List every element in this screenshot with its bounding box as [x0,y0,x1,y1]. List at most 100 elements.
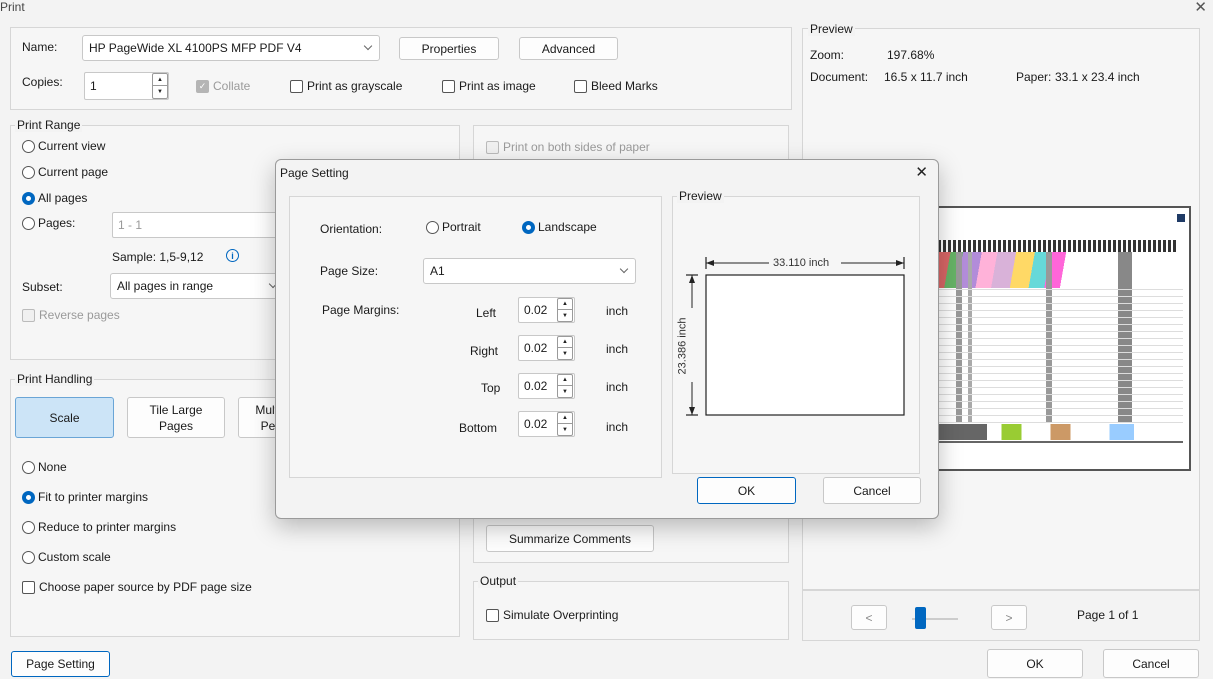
bleed-label: Bleed Marks [591,79,658,93]
prev-page-button[interactable]: < [851,605,887,630]
radio-current-page[interactable]: Current page [22,165,108,179]
radio-all-pages[interactable]: All pages [22,191,87,205]
paper-source-label: Choose paper source by PDF page size [39,580,252,594]
as-image-label: Print as image [459,79,536,93]
radio-icon [426,220,439,234]
check-icon: ✓ [196,79,209,93]
document-label: Document: [810,70,869,84]
page-slider-thumb[interactable] [914,607,926,629]
pages-input[interactable]: 1 - 1 [112,212,282,238]
copies-label: Copies: [22,75,63,89]
radio-selected-icon [22,191,35,205]
portrait-label: Portrait [442,220,481,234]
stepper-up-icon[interactable]: ▲ [558,337,572,348]
bleed-checkbox[interactable]: Bleed Marks [574,79,658,93]
radio-current-view[interactable]: Current view [22,139,105,153]
properties-button[interactable]: Properties [399,37,499,60]
subset-label: Subset: [22,280,63,294]
print-range-title: Print Range [15,118,83,132]
current-page-label: Current page [38,165,109,179]
tile-label-1: Tile Large [149,402,203,417]
landscape-label: Landscape [538,220,597,234]
checkbox-icon [290,79,303,93]
none-label: None [38,460,67,474]
stepper-up-icon[interactable]: ▲ [153,74,167,86]
paper-label: Paper: [1016,70,1052,84]
radio-custom-scale[interactable]: Custom scale [22,550,111,564]
cancel-button[interactable]: Cancel [1103,649,1199,678]
copies-value: 1 [90,79,97,93]
scale-button[interactable]: Scale [15,397,114,438]
margin-top-stepper[interactable]: ▲ ▼ [557,374,573,398]
chevron-down-icon [619,264,629,274]
zoom-value: 197.68% [887,48,935,62]
checkbox-icon [574,79,587,93]
preview-header-band [938,240,1178,252]
reverse-label: Reverse pages [39,308,120,322]
margin-right-stepper[interactable]: ▲ ▼ [557,336,573,360]
stepper-down-icon[interactable]: ▼ [558,348,572,359]
stepper-down-icon[interactable]: ▼ [558,310,572,321]
margin-bottom-unit: inch [606,420,629,434]
radio-selected-icon [522,220,535,234]
dialog-ok-button[interactable]: OK [697,477,796,504]
reverse-checkbox[interactable]: Reverse pages [22,308,120,322]
page-setting-button[interactable]: Page Setting [11,651,110,677]
printer-select[interactable]: HP PageWide XL 4100PS MFP PDF V4 [82,35,380,61]
ok-button[interactable]: OK [987,649,1083,678]
pages-value: 1 - 1 [118,218,143,232]
radio-icon [22,165,35,179]
stepper-up-icon[interactable]: ▲ [558,375,572,386]
radio-fit[interactable]: Fit to printer margins [22,490,148,504]
page-size-select[interactable]: A1 [423,258,636,284]
simulate-overprinting-checkbox[interactable]: Simulate Overprinting [486,608,618,622]
radio-icon [22,216,35,230]
subset-select[interactable]: All pages in range [110,273,285,299]
margin-left-unit: inch [606,304,629,318]
radio-landscape[interactable]: Landscape [522,220,597,234]
paper-source-checkbox[interactable]: Choose paper source by PDF page size [22,580,252,594]
fit-label: Fit to printer margins [38,490,149,504]
simulate-label: Simulate Overprinting [503,608,619,622]
info-icon[interactable]: i [226,249,239,262]
radio-selected-icon [22,490,35,504]
stepper-down-icon[interactable]: ▼ [558,424,572,435]
reduce-label: Reduce to printer margins [38,520,177,534]
stepper-up-icon[interactable]: ▲ [558,413,572,424]
margin-bottom-stepper[interactable]: ▲ ▼ [557,412,573,436]
advanced-button[interactable]: Advanced [519,37,618,60]
page-info: Page 1 of 1 [1077,608,1139,622]
close-icon[interactable]: ✕ [1194,0,1207,16]
current-view-label: Current view [38,139,106,153]
margin-left-value: 0.02 [524,303,548,317]
dialog-close-icon[interactable]: ✕ [915,163,928,181]
multi-label-2: Pe [260,418,276,433]
collate-label: Collate [213,79,251,93]
dialog-cancel-button[interactable]: Cancel [823,477,921,504]
collate-checkbox[interactable]: ✓ Collate [196,79,250,93]
margin-left-stepper[interactable]: ▲ ▼ [557,298,573,322]
summarize-comments-button[interactable]: Summarize Comments [486,525,654,552]
radio-none[interactable]: None [22,460,67,474]
radio-reduce[interactable]: Reduce to printer margins [22,520,176,534]
both-sides-checkbox[interactable]: Print on both sides of paper [486,140,650,154]
preview-marker [1177,214,1185,222]
stepper-down-icon[interactable]: ▼ [558,386,572,397]
next-page-button[interactable]: > [991,605,1027,630]
paper-outline [705,274,905,416]
tile-large-pages-button[interactable]: Tile Large Pages [127,397,225,438]
tile-label-2: Pages [158,418,194,433]
stepper-down-icon[interactable]: ▼ [153,86,167,98]
radio-pages[interactable]: Pages: [22,216,75,230]
radio-portrait[interactable]: Portrait [426,220,481,234]
copies-stepper[interactable]: ▲ ▼ [152,73,168,99]
grayscale-checkbox[interactable]: Print as grayscale [290,79,402,93]
margin-right-unit: inch [606,342,629,356]
preview-grid [938,288,1183,423]
height-dimension: 23.386 inch [676,317,689,375]
as-image-checkbox[interactable]: Print as image [442,79,536,93]
width-dimension: 33.110 inch [773,257,830,269]
printer-name: HP PageWide XL 4100PS MFP PDF V4 [89,41,302,55]
preview-footer-rule [938,441,1183,443]
stepper-up-icon[interactable]: ▲ [558,299,572,310]
